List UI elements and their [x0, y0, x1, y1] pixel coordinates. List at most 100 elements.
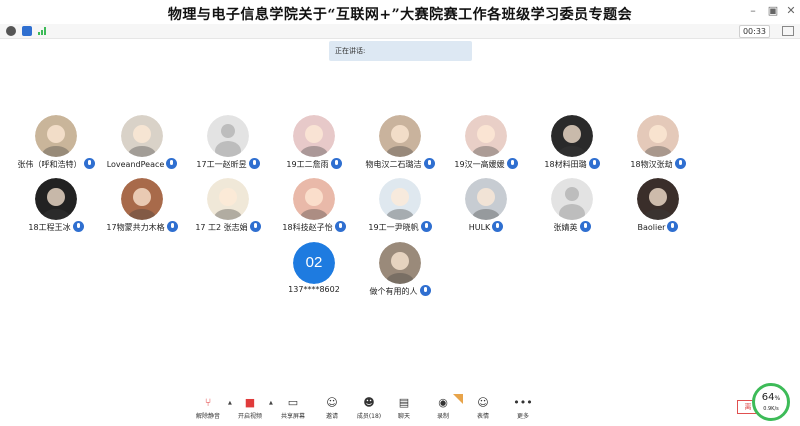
participant-name-row: Baolier — [613, 221, 703, 232]
participant-name-row: 17工一赵昕昱 — [183, 158, 273, 170]
participant-name: Baolier — [637, 223, 666, 232]
participant-name-row: 物电汉二石璐洁 — [355, 158, 445, 170]
more-button[interactable]: ••• 更多 — [503, 394, 543, 426]
participant-name: LoveandPeace — [106, 160, 165, 169]
avatar — [207, 115, 249, 157]
mic-icon — [674, 158, 686, 169]
network-percent: 64% — [761, 392, 781, 403]
participant-tile[interactable]: 18材料田璐 — [527, 115, 617, 179]
mic-icon — [248, 158, 260, 169]
avatar — [293, 115, 335, 157]
participant-tile[interactable]: 19工二詹雨 — [269, 115, 359, 179]
participant-name: 17 工2 张志娟 — [195, 223, 248, 232]
participant-tile[interactable]: 做个有用的人 — [355, 242, 445, 306]
participant-tile[interactable]: 张伟（呼和浩特） — [11, 115, 101, 179]
participant-name-row: 18科技赵子怡 — [269, 221, 359, 233]
avatar — [121, 115, 163, 157]
mic-icon — [334, 221, 346, 232]
participant-name: 19工一尹晓帆 — [368, 223, 419, 232]
participant-name: 19工二詹雨 — [286, 160, 329, 169]
network-speed: 0.9K/s — [763, 406, 779, 412]
participant-name-row: HULK — [441, 221, 531, 232]
mic-icon — [72, 221, 84, 232]
participant-tile[interactable]: 02 137****8602 — [269, 242, 359, 306]
mic-icon — [330, 158, 342, 169]
participant-name: 19汉一高媛媛 — [454, 160, 505, 169]
participant-name: 张伟（呼和浩特） — [17, 160, 82, 169]
mic-icon — [166, 221, 178, 232]
mic-icon — [423, 158, 435, 169]
avatar-initials: 02 — [305, 254, 323, 271]
participant-name: 18材料田璐 — [544, 160, 587, 169]
participant-name-row: 张伟（呼和浩特） — [11, 158, 101, 170]
participant-name: 18物汉张劫 — [630, 160, 673, 169]
avatar — [379, 242, 421, 284]
participant-name: 做个有用的人 — [369, 287, 418, 296]
participant-name-row: LoveandPeace — [97, 158, 187, 169]
avatar — [121, 178, 163, 220]
invite-icon: ☺ — [326, 396, 338, 409]
participant-tile[interactable]: 19工一尹晓帆 — [355, 178, 445, 242]
participant-tile[interactable]: 17物蒙共力木格 — [97, 178, 187, 242]
mic-icon — [249, 221, 261, 232]
chat-button[interactable]: ▤ 聊天 — [384, 394, 424, 426]
participant-name-row: 17 工2 张志娟 — [183, 221, 273, 233]
share-screen-button[interactable]: ▭ 共享屏幕 — [273, 394, 313, 426]
participant-tile[interactable]: Baolier — [613, 178, 703, 242]
avatar — [637, 115, 679, 157]
participant-tile[interactable]: 张婧英 — [527, 178, 617, 242]
participant-tile[interactable]: 18物汉张劫 — [613, 115, 703, 179]
participant-tile[interactable]: 17 工2 张志娟 — [183, 178, 273, 242]
participant-tile[interactable]: 18工程王冰 — [11, 178, 101, 242]
mic-icon — [420, 221, 432, 232]
video-off-icon: ■ — [244, 396, 256, 409]
participant-name: 17工一赵昕昱 — [196, 160, 247, 169]
mic-icon — [83, 158, 95, 169]
avatar — [35, 115, 77, 157]
mic-icon — [667, 221, 679, 232]
participant-tile[interactable]: 19汉一高媛媛 — [441, 115, 531, 179]
participant-name-row: 做个有用的人 — [355, 285, 445, 297]
mic-icon — [506, 158, 518, 169]
avatar — [293, 178, 335, 220]
participant-name: 张婧英 — [553, 223, 578, 232]
avatar — [379, 178, 421, 220]
mic-muted-icon: ⑂ — [204, 396, 212, 409]
more-icon: ••• — [513, 396, 533, 409]
unmute-button[interactable]: ⑂ 解除静音 — [188, 394, 228, 426]
participant-tile[interactable]: LoveandPeace — [97, 115, 187, 179]
reactions-button[interactable]: ☺ 表情 — [463, 394, 503, 426]
participant-name-row: 18材料田璐 — [527, 158, 617, 170]
avatar — [465, 115, 507, 157]
participant-name: 18工程王冰 — [28, 223, 71, 232]
participant-name-row: 17物蒙共力木格 — [97, 221, 187, 233]
mic-icon — [579, 221, 591, 232]
participant-tile[interactable]: HULK — [441, 178, 531, 242]
members-button[interactable]: ☻ 成员(18) — [349, 394, 389, 426]
share-screen-icon: ▭ — [287, 396, 299, 409]
participant-name: 137****8602 — [288, 285, 340, 294]
participant-name-row: 19工一尹晓帆 — [355, 221, 445, 233]
participant-tile[interactable]: 17工一赵昕昱 — [183, 115, 273, 179]
invite-button[interactable]: ☺ 邀请 — [312, 394, 352, 426]
participant-name-row: 137****8602 — [269, 285, 359, 294]
participant-name: 18科技赵子怡 — [282, 223, 333, 232]
mic-icon — [492, 221, 504, 232]
participant-name: 物电汉二石璐洁 — [365, 160, 422, 169]
avatar — [551, 115, 593, 157]
avatar — [637, 178, 679, 220]
participant-name-row: 张婧英 — [527, 221, 617, 233]
mic-icon — [588, 158, 600, 169]
participant-tile[interactable]: 18科技赵子怡 — [269, 178, 359, 242]
participant-grid: 张伟（呼和浩特） LoveandPeace 17工一赵昕昱 19工二詹雨 物电汉二石璐洁… — [0, 0, 800, 426]
participant-name: 17物蒙共力木格 — [106, 223, 165, 232]
mic-icon — [419, 285, 431, 296]
start-video-button[interactable]: ■ 开启视频 — [230, 394, 270, 426]
participant-name: HULK — [468, 223, 491, 232]
mic-icon — [166, 158, 178, 169]
emoji-icon: ☺ — [477, 396, 489, 409]
meeting-toolbar: ⑂ 解除静音 ▲ ■ 开启视频 ▲ ▭ 共享屏幕 ☺ 邀请 ☻ 成员(18) ▤… — [0, 394, 800, 426]
avatar — [465, 178, 507, 220]
participant-tile[interactable]: 物电汉二石璐洁 — [355, 115, 445, 179]
avatar — [551, 178, 593, 220]
